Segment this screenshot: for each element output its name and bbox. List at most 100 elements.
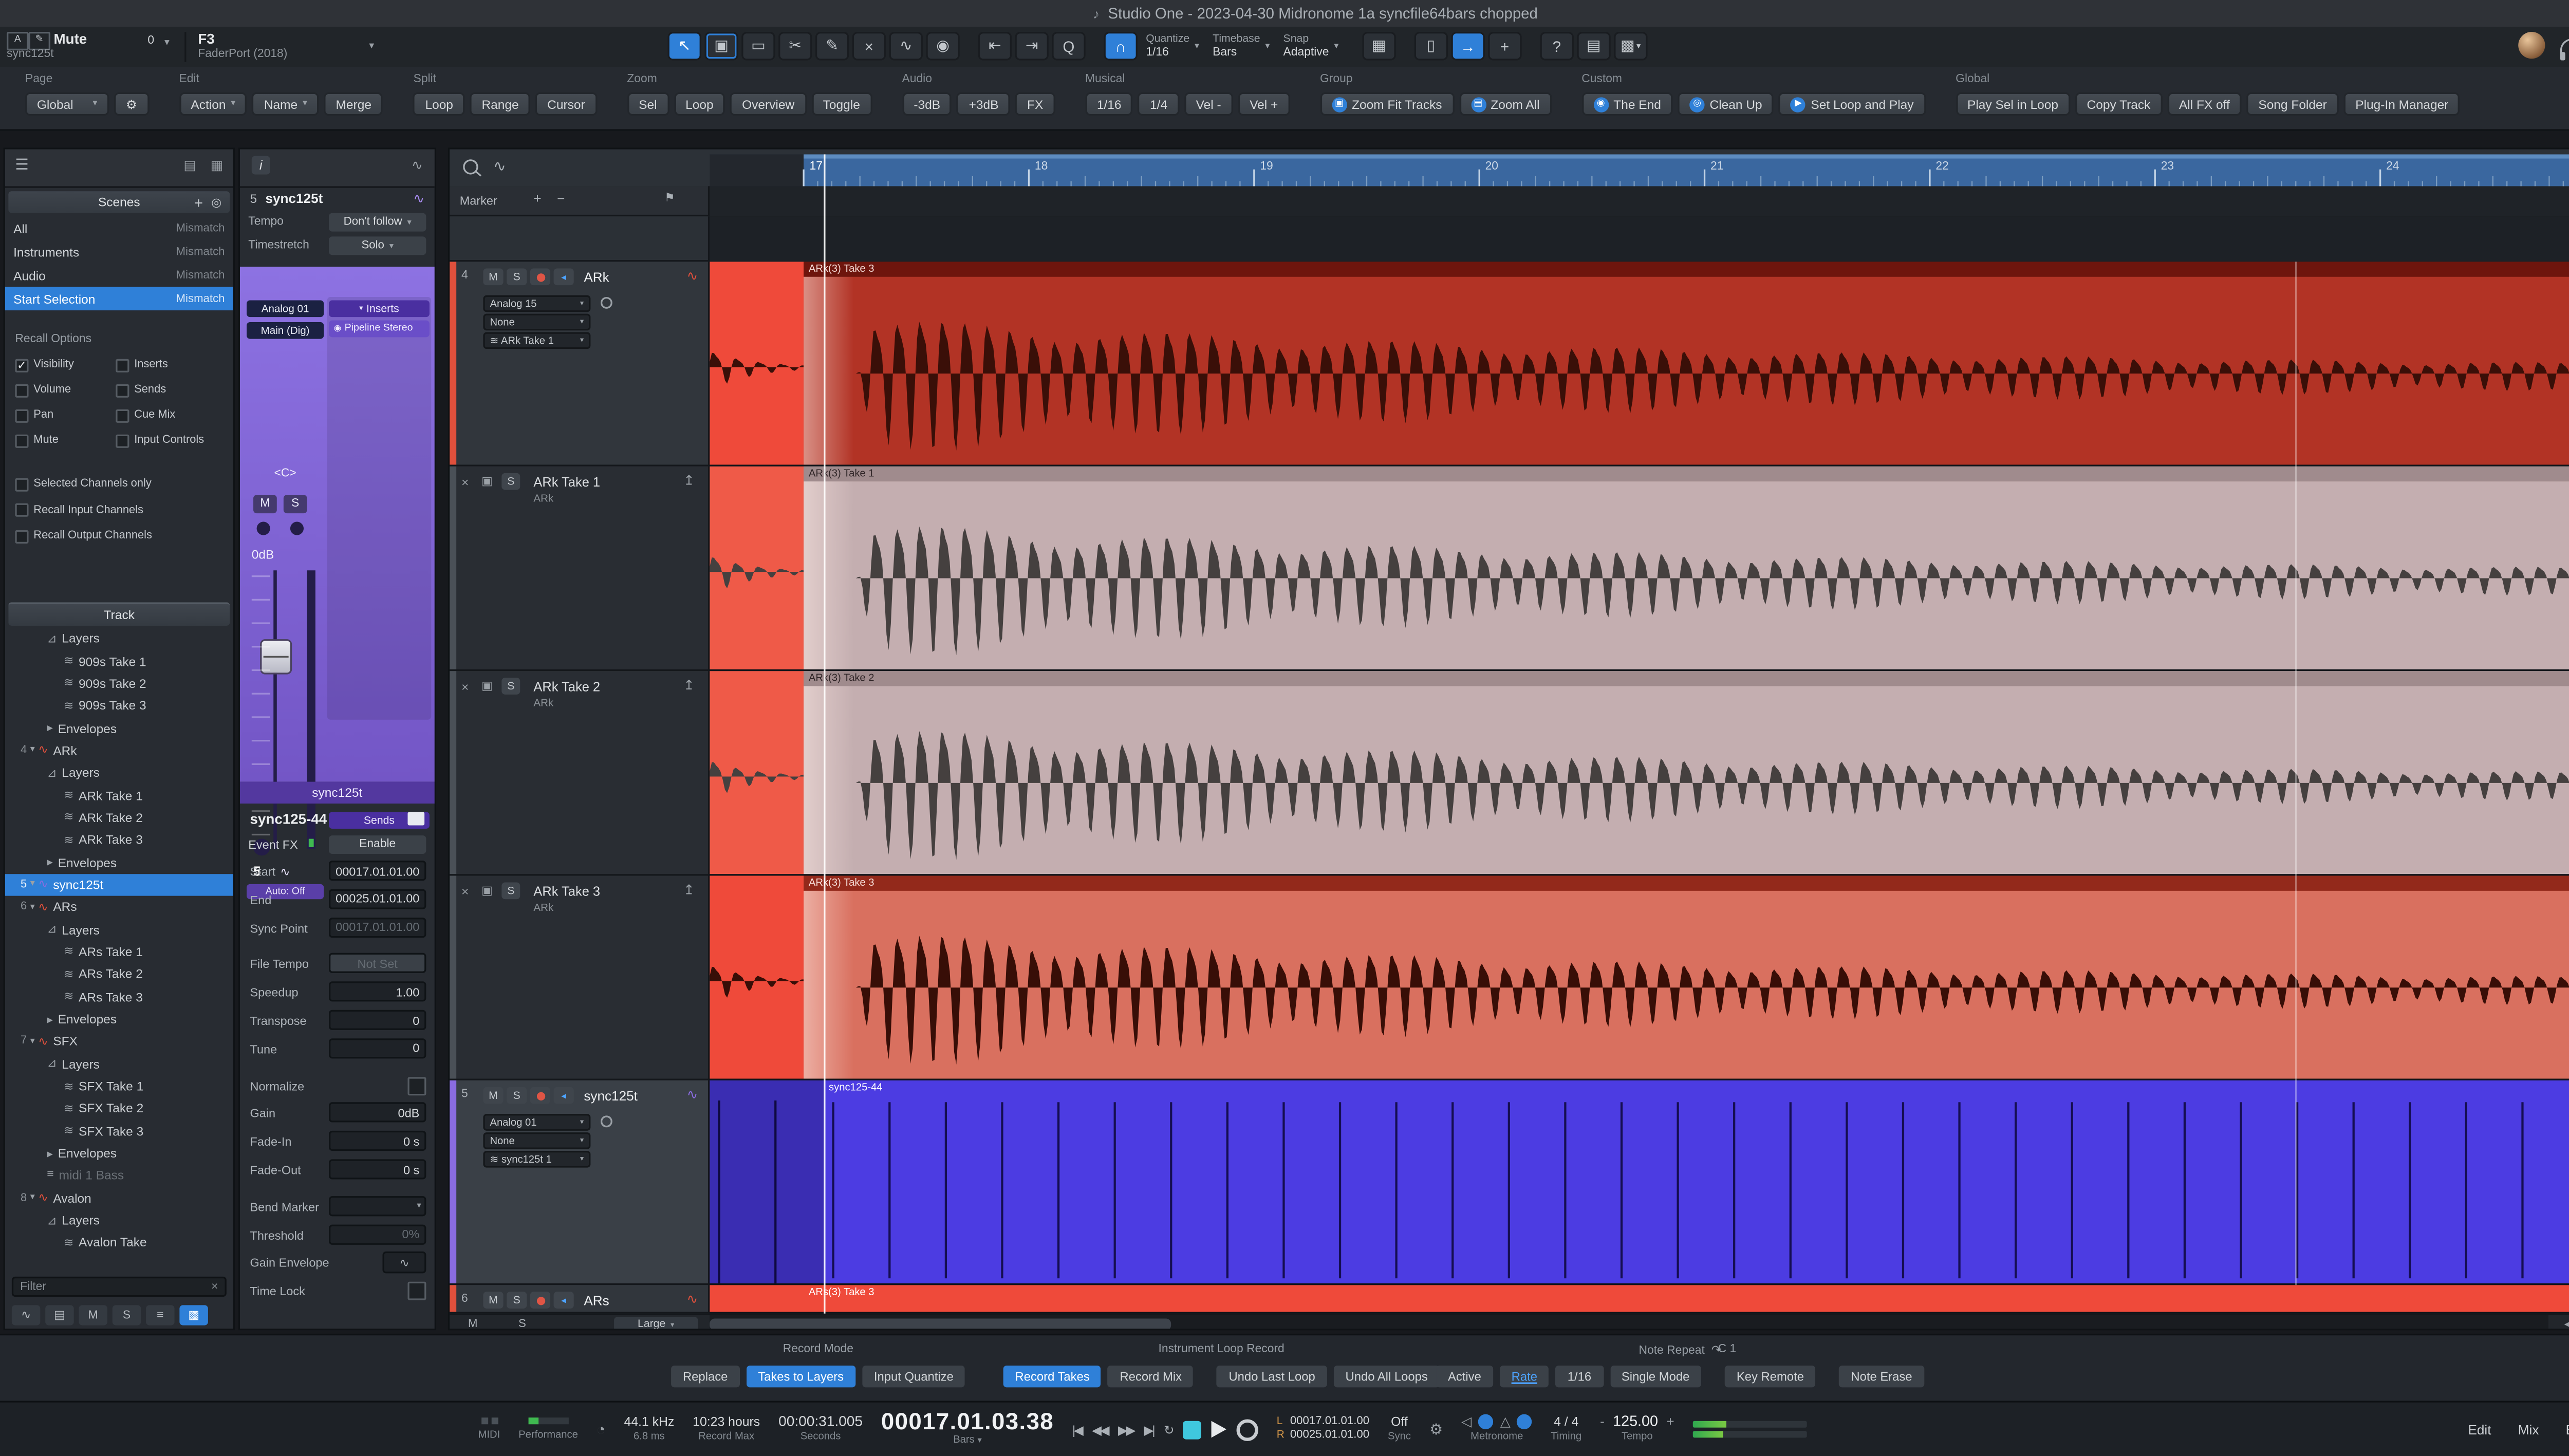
recall-option-visibility[interactable]: ✓Visibility [15, 356, 116, 374]
solo-button[interactable]: S [284, 495, 307, 513]
grid-view-icon[interactable]: ▩ [179, 1305, 208, 1325]
stop-button[interactable] [1183, 1420, 1201, 1439]
checkbox[interactable] [15, 408, 28, 422]
macro-icon[interactable]: ▦ [1362, 32, 1395, 61]
record-arm-button[interactable] [530, 268, 550, 285]
list-view-icon[interactable]: ≡ [146, 1305, 175, 1325]
global-button[interactable]: Global▾ [25, 92, 109, 116]
disclosure-icon[interactable]: ▾ [30, 880, 35, 890]
track-list-item-envelopes[interactable]: ▸Envelopes [5, 717, 233, 740]
device-name[interactable]: FaderPort (2018) [198, 49, 287, 61]
loop-button[interactable]: Loop [674, 92, 725, 116]
instrument-view-icon[interactable]: ▤ [45, 1305, 74, 1325]
audio-event[interactable]: ARk(3) Take 3 [804, 875, 2569, 1078]
disclosure-icon[interactable]: ▾ [30, 902, 35, 912]
tempo-value[interactable]: 125.00 [1613, 1414, 1658, 1429]
page-button-browse[interactable]: Browse [2566, 1422, 2569, 1436]
click-volume-icon[interactable]: ◁ [1461, 1414, 1472, 1429]
overview-button[interactable]: Overview [730, 92, 806, 116]
toggle-button[interactable]: Toggle [811, 92, 872, 116]
recall-option-inserts[interactable]: Inserts [116, 356, 230, 374]
mute-button[interactable]: M [483, 268, 503, 285]
snap-toggle-icon[interactable]: ∩ [1104, 32, 1138, 61]
undo-last-loop-button[interactable]: Undo Last Loop [1217, 1366, 1327, 1387]
help-button[interactable]: ? [1540, 32, 1573, 61]
solo-take-button[interactable]: S [501, 678, 520, 695]
field-value[interactable]: 00025.01.01.00 [329, 889, 426, 909]
clear-filter-icon[interactable]: × [211, 1281, 218, 1293]
replace-button[interactable]: Replace [671, 1366, 739, 1387]
snap-mode-dropdown[interactable]: SnapAdaptive▾ [1283, 33, 1339, 60]
mute-button[interactable]: M [253, 495, 277, 513]
rewind-button[interactable]: ◀◀ [1092, 1422, 1108, 1436]
input-select[interactable]: Analog 01 [247, 300, 324, 317]
click-toggle[interactable] [1517, 1414, 1532, 1429]
event-lane-sync125t[interactable]: sync125-44 [710, 1080, 2569, 1285]
output-select[interactable]: None▾ [483, 314, 590, 331]
track-list-item-ark-take-2[interactable]: ≋ARk Take 2 [5, 807, 233, 829]
performance-meter[interactable]: Performance [518, 1417, 578, 1442]
envelope-icon[interactable]: ∿ [382, 1252, 426, 1274]
pan-display[interactable]: <C> [247, 468, 324, 480]
play-button[interactable] [1211, 1421, 1226, 1438]
paint-tool[interactable]: ✎ [815, 32, 849, 61]
track-list-item-ars-take-2[interactable]: ≋ARs Take 2 [5, 963, 233, 986]
field-checkbox[interactable] [407, 1282, 426, 1300]
disclosure-icon[interactable]: ▾ [30, 1036, 35, 1047]
hscroll-thumb[interactable] [710, 1319, 1171, 1331]
input-select[interactable]: Analog 15▾ [483, 295, 590, 312]
track-list-item-sfx-take-3[interactable]: ≋SFX Take 3 [5, 1120, 233, 1143]
track-list-item-sfx[interactable]: 7▾∿SFX [5, 1031, 233, 1053]
listen-tool[interactable]: ◉ [926, 32, 959, 61]
remove-take-icon[interactable]: × [461, 883, 469, 898]
track-list-item-909s-take-2[interactable]: ≋909s Take 2 [5, 672, 233, 695]
vel-button[interactable]: Vel + [1238, 92, 1290, 116]
recall-option-recall-output-channels[interactable]: Recall Output Channels [15, 527, 152, 545]
crosshair-icon[interactable]: + [1488, 32, 1521, 61]
track-list-item-ark-take-3[interactable]: ≋ARk Take 3 [5, 829, 233, 851]
recall-option-pan[interactable]: Pan [15, 406, 116, 424]
recall-option-selected-channels-only[interactable]: Selected Channels only [15, 475, 152, 493]
scene-item-all[interactable]: AllMismatch [5, 216, 233, 240]
sync-block[interactable]: Off Sync [1388, 1414, 1411, 1445]
zoom-fit-tracks-button[interactable]: ▣Zoom Fit Tracks [1320, 92, 1454, 116]
merge-button[interactable]: Merge [324, 92, 383, 116]
checkbox[interactable]: ✓ [15, 358, 28, 371]
go-to-start-button[interactable]: |◀ [1072, 1422, 1082, 1436]
active-button[interactable]: Active [1436, 1366, 1493, 1387]
scene-item-start-selection[interactable]: Start SelectionMismatch [5, 287, 233, 310]
track-header-ark-take-3[interactable]: ×▣SARk Take 3↥ARk [450, 875, 710, 1080]
waveform-zoom-icon[interactable]: ∿ [493, 158, 506, 176]
tempo-select[interactable]: Don't follow▾ [329, 213, 426, 232]
key-remote-button[interactable]: Key Remote [1725, 1366, 1816, 1387]
track-list-item-909s-take-3[interactable]: ≋909s Take 3 [5, 695, 233, 717]
tempo-increase-button[interactable]: + [1666, 1414, 1674, 1429]
zoom-all-button[interactable]: ▤Zoom All [1459, 92, 1551, 116]
track-section-header[interactable]: Track [8, 602, 230, 626]
audio-event[interactable]: ARk(3) Take 2 [804, 671, 2569, 874]
track-header-ars[interactable]: 6MS◂ARs∿ [450, 1285, 710, 1314]
field-value[interactable]: 00017.01.01.00 [329, 861, 426, 881]
track-list-item-sfx-take-1[interactable]: ≋SFX Take 1 [5, 1075, 233, 1098]
input-quantize-button[interactable]: Input Quantize [862, 1366, 965, 1387]
record-arm-button[interactable] [530, 1292, 550, 1309]
vel-button[interactable]: Vel - [1184, 92, 1233, 116]
enable-button[interactable]: Enable [329, 834, 426, 853]
track-notes-icon[interactable]: ▯ [1414, 32, 1447, 61]
rate-button[interactable]: Rate [1500, 1366, 1549, 1387]
input-gain-icon[interactable] [601, 1115, 612, 1127]
field-value[interactable]: 0 s [329, 1159, 426, 1179]
field-value[interactable]: 0 [329, 1038, 426, 1058]
3db-button[interactable]: -3dB [902, 92, 952, 116]
split-tool[interactable]: ✂ [778, 32, 812, 61]
hamburger-menu-icon[interactable]: ☰ [15, 156, 28, 175]
grid-view-icon[interactable]: ▩▾ [1614, 32, 1647, 61]
recall-option-volume[interactable]: Volume [15, 381, 116, 399]
solo-take-button[interactable]: S [501, 473, 520, 490]
monitor-button[interactable]: ◂ [554, 268, 574, 285]
cursor-button[interactable]: Cursor [535, 92, 597, 116]
checkbox[interactable] [15, 434, 28, 447]
scene-item-audio[interactable]: AudioMismatch [5, 264, 233, 287]
recall-option-cue-mix[interactable]: Cue Mix [116, 406, 230, 424]
gear-icon[interactable]: ⚙ [1429, 1420, 1443, 1439]
